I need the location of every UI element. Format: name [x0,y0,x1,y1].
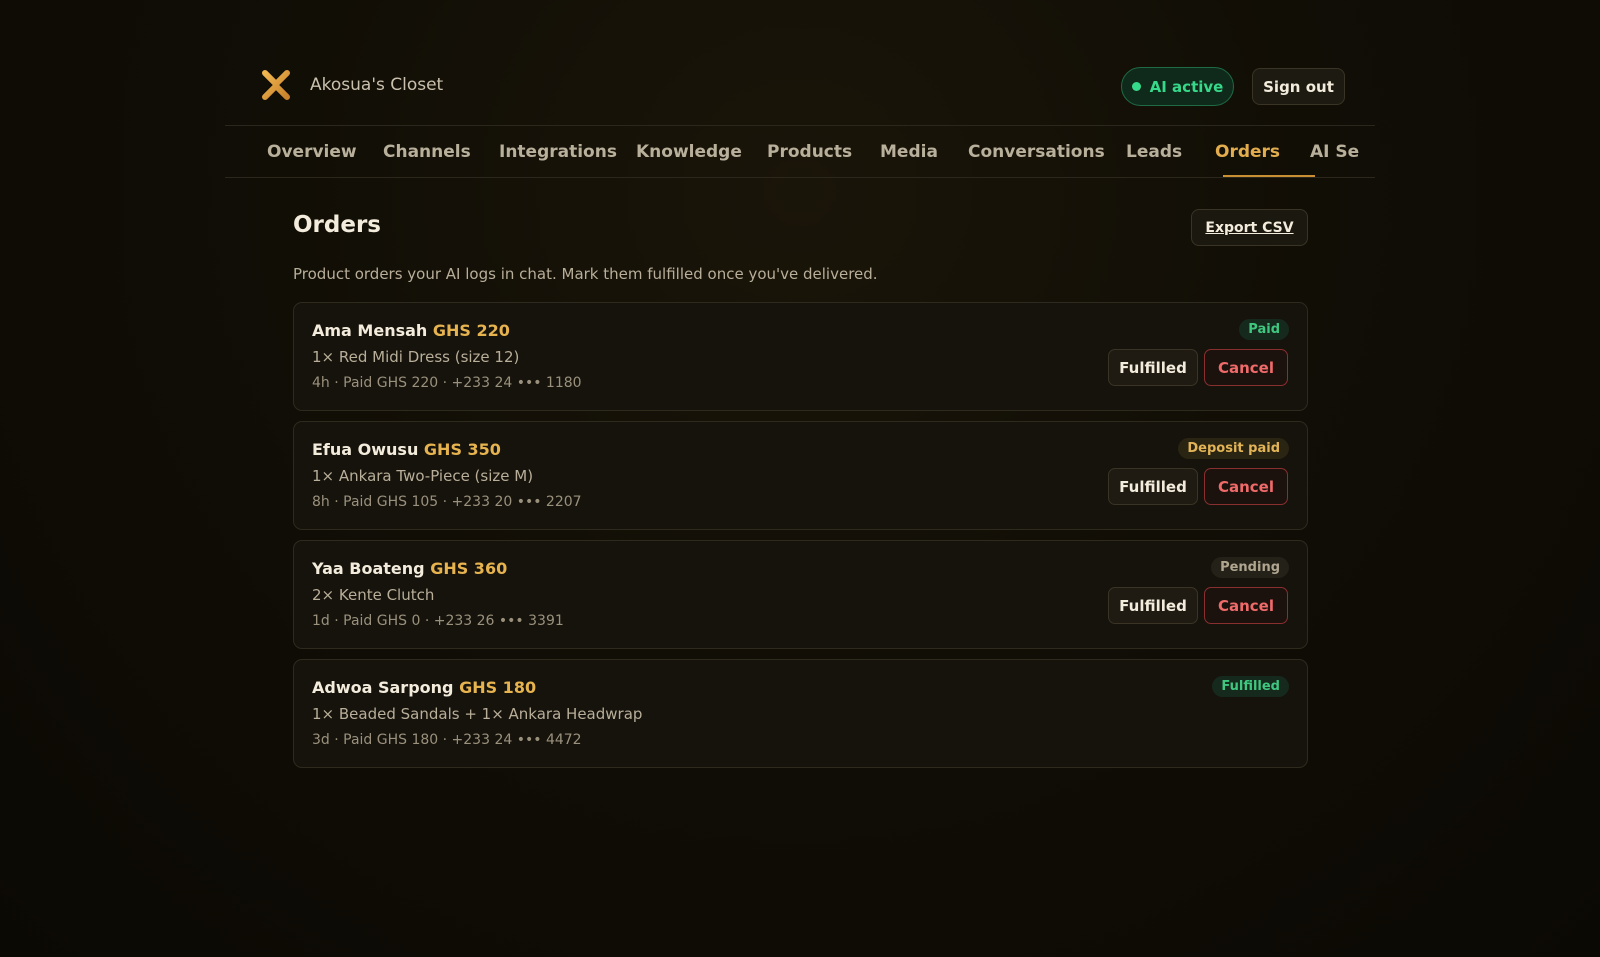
order-header: Yaa Boateng GHS 360 [312,559,507,578]
active-tab-indicator [1223,175,1315,177]
order-header: Efua Owusu GHS 350 [312,440,501,459]
tab-conversations[interactable]: Conversations [968,126,1105,177]
cancel-order-button[interactable]: Cancel [1204,587,1288,624]
app-shell: Akosua's Closet AI active Sign out Overv… [225,0,1375,178]
tab-overview[interactable]: Overview [267,126,357,177]
order-amount: GHS 360 [430,559,508,578]
tab-products[interactable]: Products [767,126,852,177]
export-csv-button[interactable]: Export CSV [1191,209,1308,246]
page-title: Orders [293,212,381,238]
tab-knowledge[interactable]: Knowledge [636,126,742,177]
order-header: Ama Mensah GHS 220 [312,321,510,340]
page-subtitle: Product orders your AI logs in chat. Mar… [293,265,878,283]
customer-name: Adwoa Sarpong [312,678,454,697]
cancel-order-button[interactable]: Cancel [1204,468,1288,505]
tab-media[interactable]: Media [880,126,938,177]
tab-ai-settings[interactable]: AI Se [1310,126,1359,177]
order-items: 1× Beaded Sandals + 1× Ankara Headwrap [312,705,643,723]
order-meta: 4h · Paid GHS 220 · +233 24 ••• 1180 [312,375,582,391]
tab-channels[interactable]: Channels [383,126,471,177]
order-card: Yaa Boateng GHS 360 2× Kente Clutch 1d ·… [293,540,1308,649]
mark-fulfilled-button[interactable]: Fulfilled [1108,587,1198,624]
status-badge: Pending [1211,557,1289,578]
order-amount: GHS 220 [432,321,510,340]
customer-name: Yaa Boateng [312,559,425,578]
status-badge: Paid [1239,319,1289,340]
order-amount: GHS 350 [423,440,501,459]
customer-name: Efua Owusu [312,440,419,459]
x-logo-icon [262,70,290,100]
main-nav: Overview Channels Integrations Knowledge… [225,125,1375,178]
top-bar: Akosua's Closet AI active Sign out [225,0,1375,125]
ai-status-badge[interactable]: AI active [1121,67,1234,106]
order-meta: 1d · Paid GHS 0 · +233 26 ••• 3391 [312,613,564,629]
tab-leads[interactable]: Leads [1126,126,1182,177]
ai-status-label: AI active [1149,77,1224,96]
order-items: 1× Red Midi Dress (size 12) [312,348,520,366]
order-items: 2× Kente Clutch [312,586,435,604]
tab-orders[interactable]: Orders [1215,126,1280,177]
order-meta: 3d · Paid GHS 180 · +233 24 ••• 4472 [312,732,582,748]
status-dot-icon [1131,82,1141,91]
tab-integrations[interactable]: Integrations [499,126,617,177]
sign-out-button[interactable]: Sign out [1252,68,1345,105]
mark-fulfilled-button[interactable]: Fulfilled [1108,349,1198,386]
order-header: Adwoa Sarpong GHS 180 [312,678,536,697]
order-items: 1× Ankara Two-Piece (size M) [312,467,534,485]
order-card: Ama Mensah GHS 220 1× Red Midi Dress (si… [293,302,1308,411]
order-card: Efua Owusu GHS 350 1× Ankara Two-Piece (… [293,421,1308,530]
mark-fulfilled-button[interactable]: Fulfilled [1108,468,1198,505]
cancel-order-button[interactable]: Cancel [1204,349,1288,386]
order-card: Adwoa Sarpong GHS 180 1× Beaded Sandals … [293,659,1308,768]
customer-name: Ama Mensah [312,321,428,340]
status-badge: Fulfilled [1212,676,1289,697]
order-meta: 8h · Paid GHS 105 · +233 20 ••• 2207 [312,494,582,510]
order-amount: GHS 180 [459,678,537,697]
status-badge: Deposit paid [1178,438,1289,459]
brand-name: Akosua's Closet [310,75,444,95]
